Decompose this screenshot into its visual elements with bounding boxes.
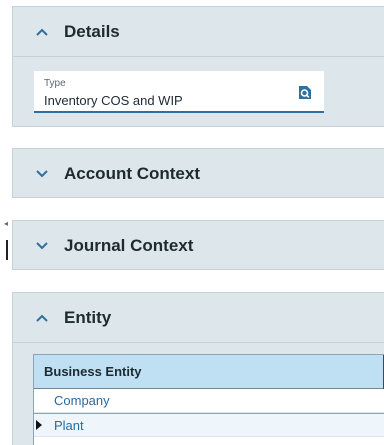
table-row[interactable]: Company: [34, 389, 384, 413]
grid-header-row: Business Entity: [34, 354, 384, 389]
right-triangle-icon: [34, 413, 44, 437]
details-header[interactable]: Details: [13, 7, 384, 57]
collapse-left-icon[interactable]: ◂: [4, 220, 8, 228]
row-selector: [34, 389, 44, 413]
journal-context-section: Journal Context: [12, 220, 384, 270]
splitter-handle[interactable]: [6, 240, 8, 260]
entity-header[interactable]: Entity: [13, 293, 384, 343]
chevron-up-icon: [34, 310, 50, 326]
row-value[interactable]: Company: [44, 393, 110, 408]
type-value[interactable]: Inventory COS and WIP: [44, 93, 183, 108]
chevron-up-icon: [34, 24, 50, 40]
entity-section: Entity Business Entity Company Plant: [12, 292, 384, 445]
account-context-title: Account Context: [64, 164, 200, 183]
account-context-section: Account Context: [12, 148, 384, 198]
chevron-down-icon: [34, 238, 50, 254]
business-entity-grid: Business Entity Company Plant: [33, 354, 384, 445]
page: ◂ Details Type Inventory COS and WIP Acc…: [0, 0, 384, 445]
chevron-down-icon: [34, 166, 50, 182]
search-document-icon[interactable]: [298, 85, 312, 100]
left-rail: ◂: [0, 0, 12, 445]
account-context-header[interactable]: Account Context: [13, 149, 384, 199]
journal-context-header[interactable]: Journal Context: [13, 221, 384, 271]
divider: [13, 56, 384, 57]
type-label: Type: [44, 78, 66, 89]
journal-context-title: Journal Context: [64, 236, 194, 255]
row-value[interactable]: Plant: [44, 418, 84, 433]
table-row-selected[interactable]: Plant: [34, 413, 384, 437]
entity-title: Entity: [64, 308, 112, 327]
details-section: Details Type Inventory COS and WIP: [12, 6, 384, 127]
type-field[interactable]: Type Inventory COS and WIP: [34, 71, 324, 113]
column-header-business-entity[interactable]: Business Entity: [34, 364, 383, 379]
divider: [13, 342, 384, 343]
details-title: Details: [64, 22, 120, 41]
